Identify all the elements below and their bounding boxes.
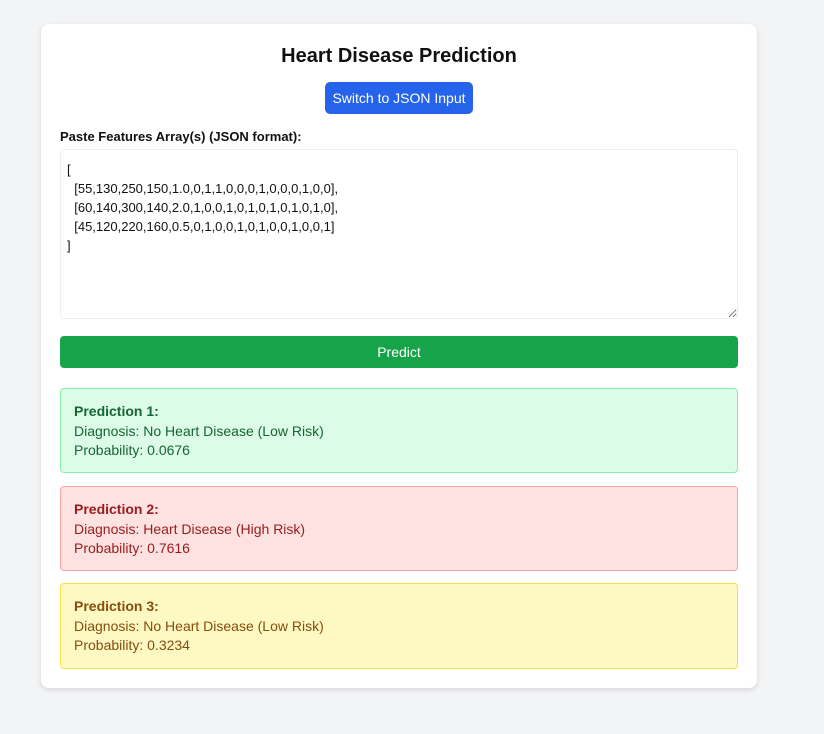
prediction-card: Heart Disease Prediction Switch to JSON … [41,24,757,688]
prediction-title: Prediction 1: [74,403,159,419]
features-input-label: Paste Features Array(s) (JSON format): [60,129,302,144]
page-title: Heart Disease Prediction [281,45,517,67]
prediction-result-3: Prediction 3: Diagnosis: No Heart Diseas… [60,583,738,669]
predict-button[interactable]: Predict [60,336,738,368]
prediction-result-1: Prediction 1: Diagnosis: No Heart Diseas… [60,388,738,473]
prediction-title: Prediction 2: [74,501,159,517]
prediction-diagnosis: Diagnosis: Heart Disease (High Risk) [74,520,306,537]
prediction-title: Prediction 3: [74,598,159,614]
prediction-result-2: Prediction 2: Diagnosis: Heart Disease (… [60,486,738,571]
prediction-probability: Probability: 0.7616 [74,540,190,556]
prediction-probability: Probability: 0.3234 [74,637,190,653]
features-json-input[interactable] [60,149,738,319]
switch-to-json-button[interactable]: Switch to JSON Input [325,82,473,114]
prediction-diagnosis: Diagnosis: No Heart Disease (Low Risk) [74,617,324,634]
prediction-probability: Probability: 0.0676 [74,442,190,458]
prediction-diagnosis: Diagnosis: No Heart Disease (Low Risk) [74,422,324,439]
